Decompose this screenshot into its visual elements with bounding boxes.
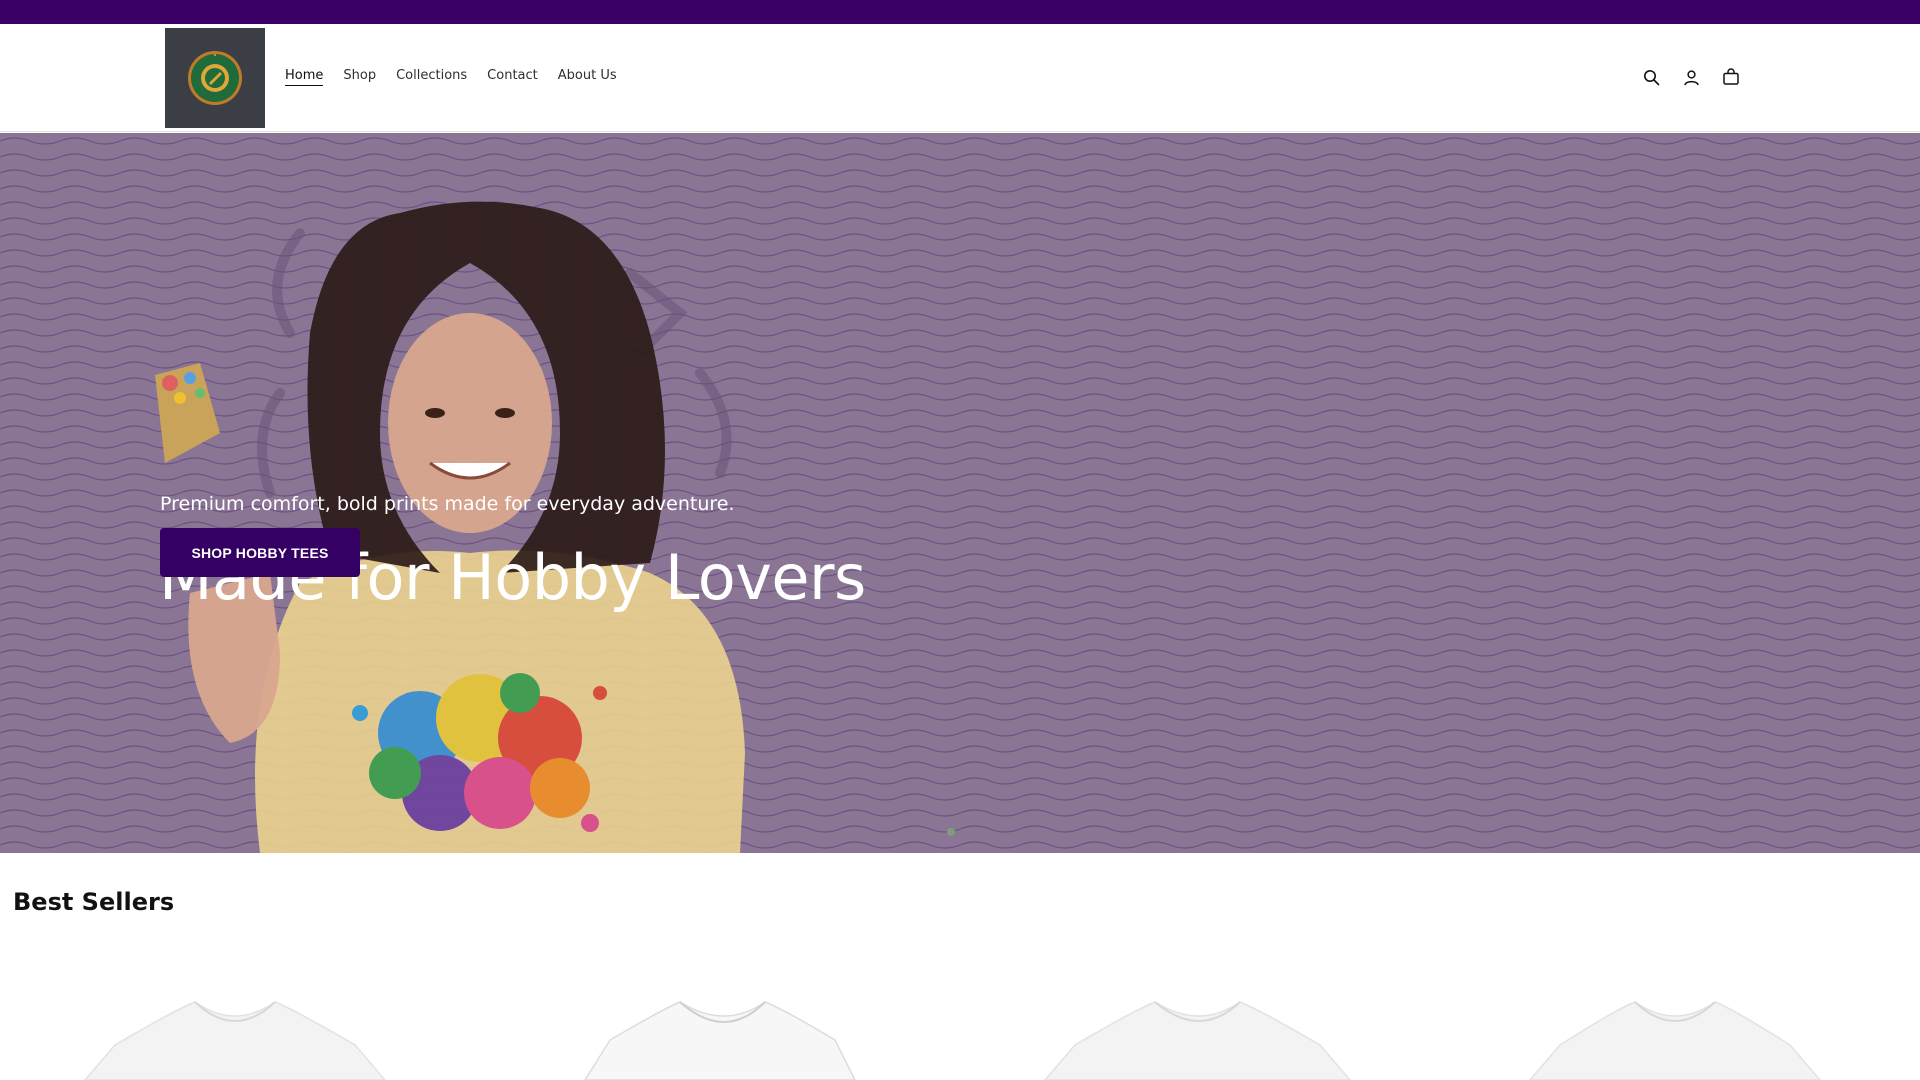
- product-card[interactable]: [1005, 990, 1385, 1080]
- white-t-shirt-icon: [584, 1001, 856, 1080]
- product-card[interactable]: [525, 990, 905, 1080]
- store-logo[interactable]: [165, 28, 265, 128]
- announcement-bar: [0, 0, 1920, 24]
- white-t-shirt-icon: [1044, 1001, 1351, 1080]
- cart-icon[interactable]: [1720, 66, 1742, 88]
- slide-indicator-dot[interactable]: [947, 828, 955, 836]
- nav-shop[interactable]: Shop: [343, 68, 376, 86]
- account-icon[interactable]: [1680, 66, 1702, 88]
- hero-subheading: Premium comfort, bold prints made for ev…: [160, 493, 735, 515]
- header-icons: [1640, 66, 1742, 88]
- passion-print-tees-logo-icon: [188, 51, 242, 105]
- site-header: Home Shop Collections Contact About Us: [0, 24, 1920, 132]
- white-t-shirt-icon: [84, 1001, 386, 1080]
- product-card[interactable]: [1485, 990, 1865, 1080]
- nav-collections[interactable]: Collections: [396, 68, 467, 86]
- nav-home[interactable]: Home: [285, 68, 324, 86]
- main-nav: Home Shop Collections Contact About Us: [285, 68, 637, 86]
- best-sellers-title: Best Sellers: [13, 888, 175, 916]
- white-t-shirt-icon: [1529, 1001, 1821, 1080]
- nav-contact[interactable]: Contact: [487, 68, 538, 86]
- product-card[interactable]: [45, 990, 425, 1080]
- nav-about-us[interactable]: About Us: [558, 68, 617, 86]
- shop-hobby-tees-button[interactable]: SHOP HOBBY TEES: [160, 528, 360, 577]
- search-icon[interactable]: [1640, 66, 1662, 88]
